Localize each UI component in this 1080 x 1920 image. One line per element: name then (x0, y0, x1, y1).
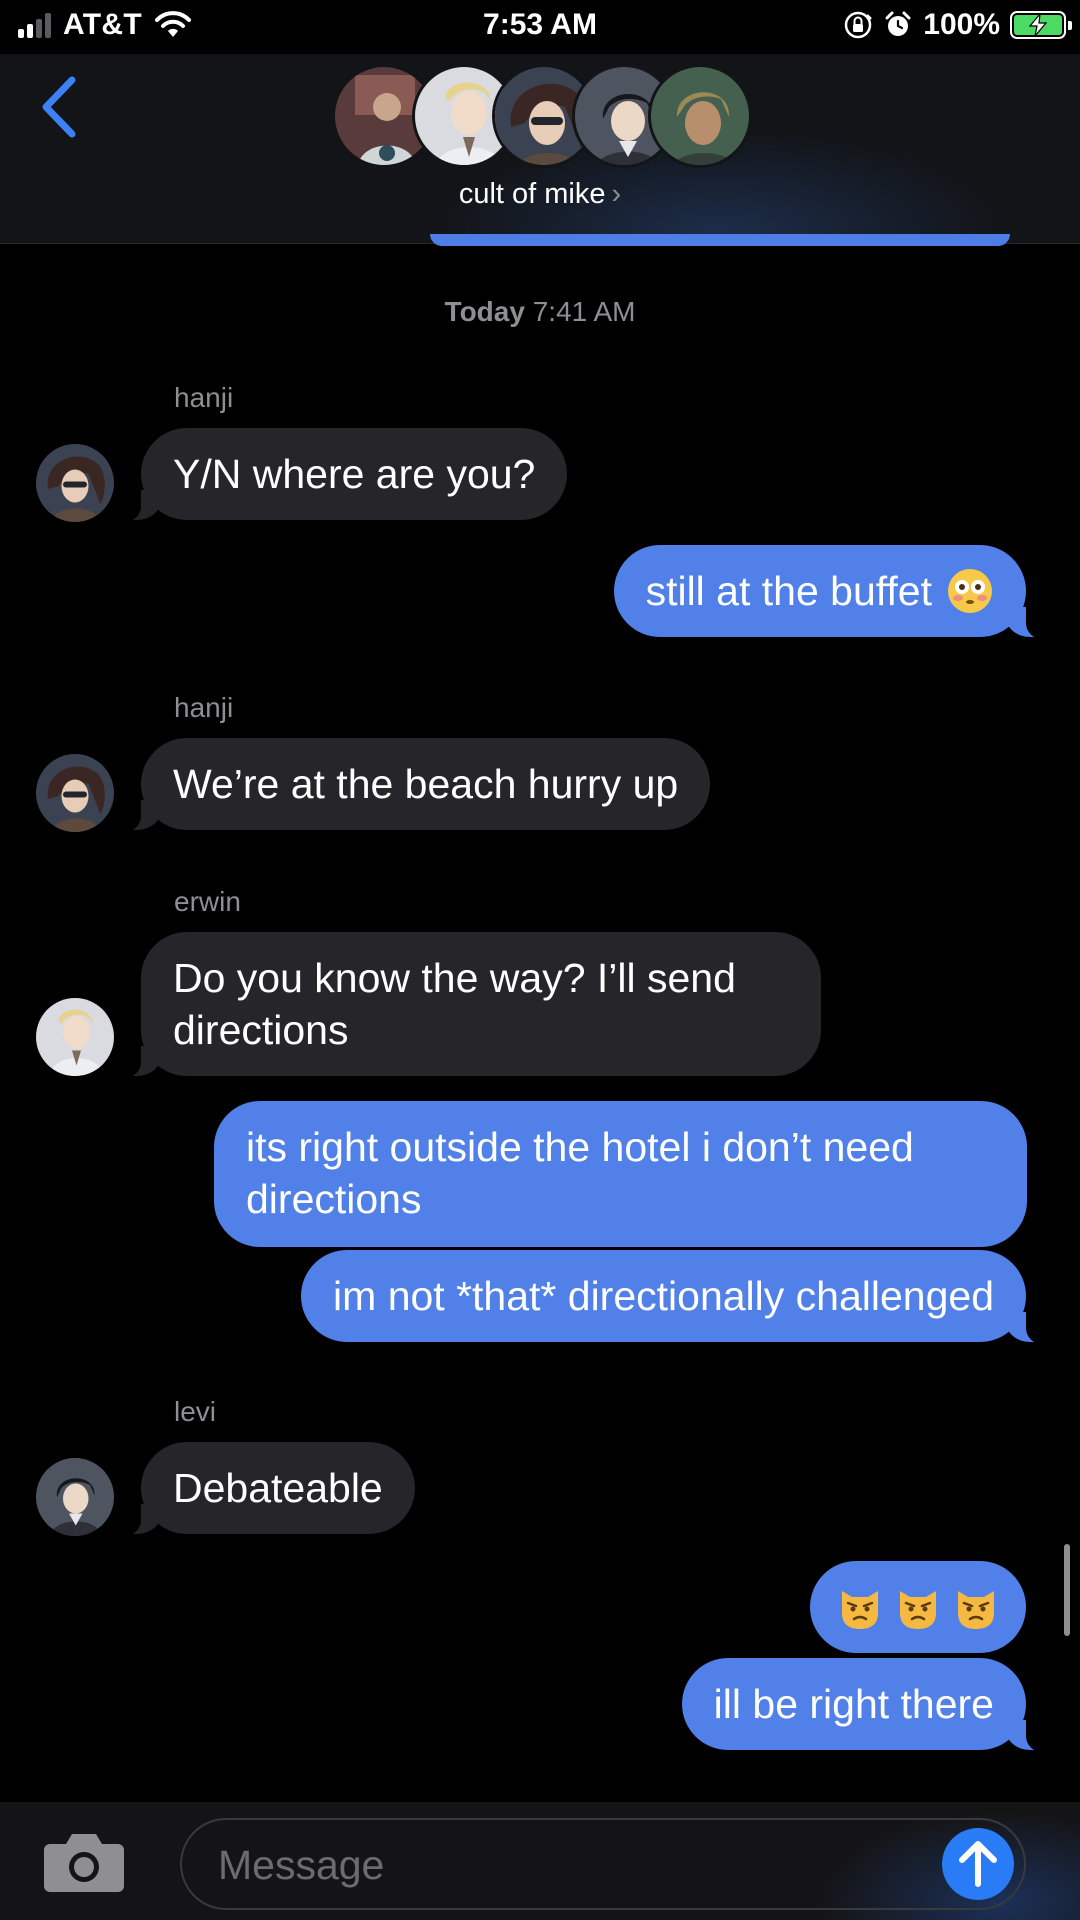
pouting-cat-emoji-icon (958, 1591, 994, 1629)
message-input-bar (0, 1802, 1080, 1920)
conversation-timestamp: Today 7:41 AM (0, 296, 1080, 328)
avatar-hanji[interactable] (36, 444, 114, 522)
avatar-hanji[interactable] (36, 754, 114, 832)
message-text-line: directions (173, 1007, 349, 1053)
outgoing-message-bubble[interactable]: still at the buffet (613, 545, 1051, 639)
group-avatars[interactable] (332, 64, 752, 169)
message-input[interactable] (218, 1838, 918, 1892)
send-button[interactable] (942, 1828, 1014, 1900)
scrollbar[interactable] (1064, 1544, 1070, 1636)
flushed-face-emoji-icon (948, 569, 992, 613)
message-text: Y/N where are you? (173, 451, 536, 497)
timestamp-day: Today (444, 296, 525, 327)
incoming-message-bubble[interactable]: We’re at the beach hurry up (116, 738, 711, 832)
sender-name: erwin (174, 886, 241, 917)
incoming-message-bubble[interactable]: Y/N where are you? (116, 428, 568, 522)
status-bar: AT&T 7:53 AM 100% (0, 0, 1080, 54)
alarm-icon (885, 11, 911, 36)
avatar-moblit (648, 64, 752, 168)
pouting-cat-emoji-icon (900, 1591, 936, 1629)
message-text: Debateable (173, 1465, 383, 1511)
outgoing-message-bubble[interactable]: im not *that* directionally challenged (301, 1250, 1050, 1344)
outgoing-message-bubble[interactable]: its right outside the hotel i don’t need… (214, 1101, 1027, 1247)
message-text: im not *that* directionally challenged (333, 1273, 994, 1319)
message-text-line: its right outside the hotel i don’t need (246, 1124, 914, 1170)
message-text-line: Do you know the way? I’ll send (173, 955, 736, 1001)
avatar-erwin[interactable] (36, 998, 114, 1076)
message-text-line: directions (246, 1176, 422, 1222)
back-chevron-icon[interactable] (36, 72, 86, 142)
incoming-message-bubble[interactable]: Debateable (117, 1442, 415, 1536)
incoming-message-bubble[interactable]: Do you know the way? I’ll send direction… (117, 932, 821, 1078)
message-text: We’re at the beach hurry up (173, 761, 679, 807)
sender-name: hanji (174, 382, 234, 413)
avatar-levi[interactable] (36, 1458, 114, 1536)
conversation-header: cult of mike › (0, 54, 1080, 244)
previous-message-bubble (430, 234, 1010, 246)
message-text: ill be right there (713, 1681, 994, 1727)
status-right: 100% (843, 8, 1072, 42)
arrow-up-icon (959, 1841, 997, 1887)
message-text: still at the buffet (645, 568, 932, 614)
timestamp-time: 7:41 AM (532, 296, 636, 327)
pouting-cat-emoji-icon (842, 1591, 878, 1629)
group-name-label: cult of mike (458, 178, 606, 210)
orientation-lock-icon (845, 11, 873, 39)
group-name[interactable]: cult of mike › (0, 178, 1080, 211)
battery-charging-icon (1010, 11, 1072, 39)
message-field[interactable] (180, 1818, 1026, 1910)
sender-name: levi (174, 1396, 217, 1427)
outgoing-emoji-bubble[interactable] (810, 1561, 1026, 1653)
chevron-right-icon: › (611, 178, 622, 210)
outgoing-message-bubble[interactable]: ill be right there (681, 1658, 1051, 1752)
battery-percent: 100% (923, 8, 1000, 41)
camera-icon[interactable] (42, 1832, 126, 1894)
sender-name: hanji (174, 692, 234, 723)
